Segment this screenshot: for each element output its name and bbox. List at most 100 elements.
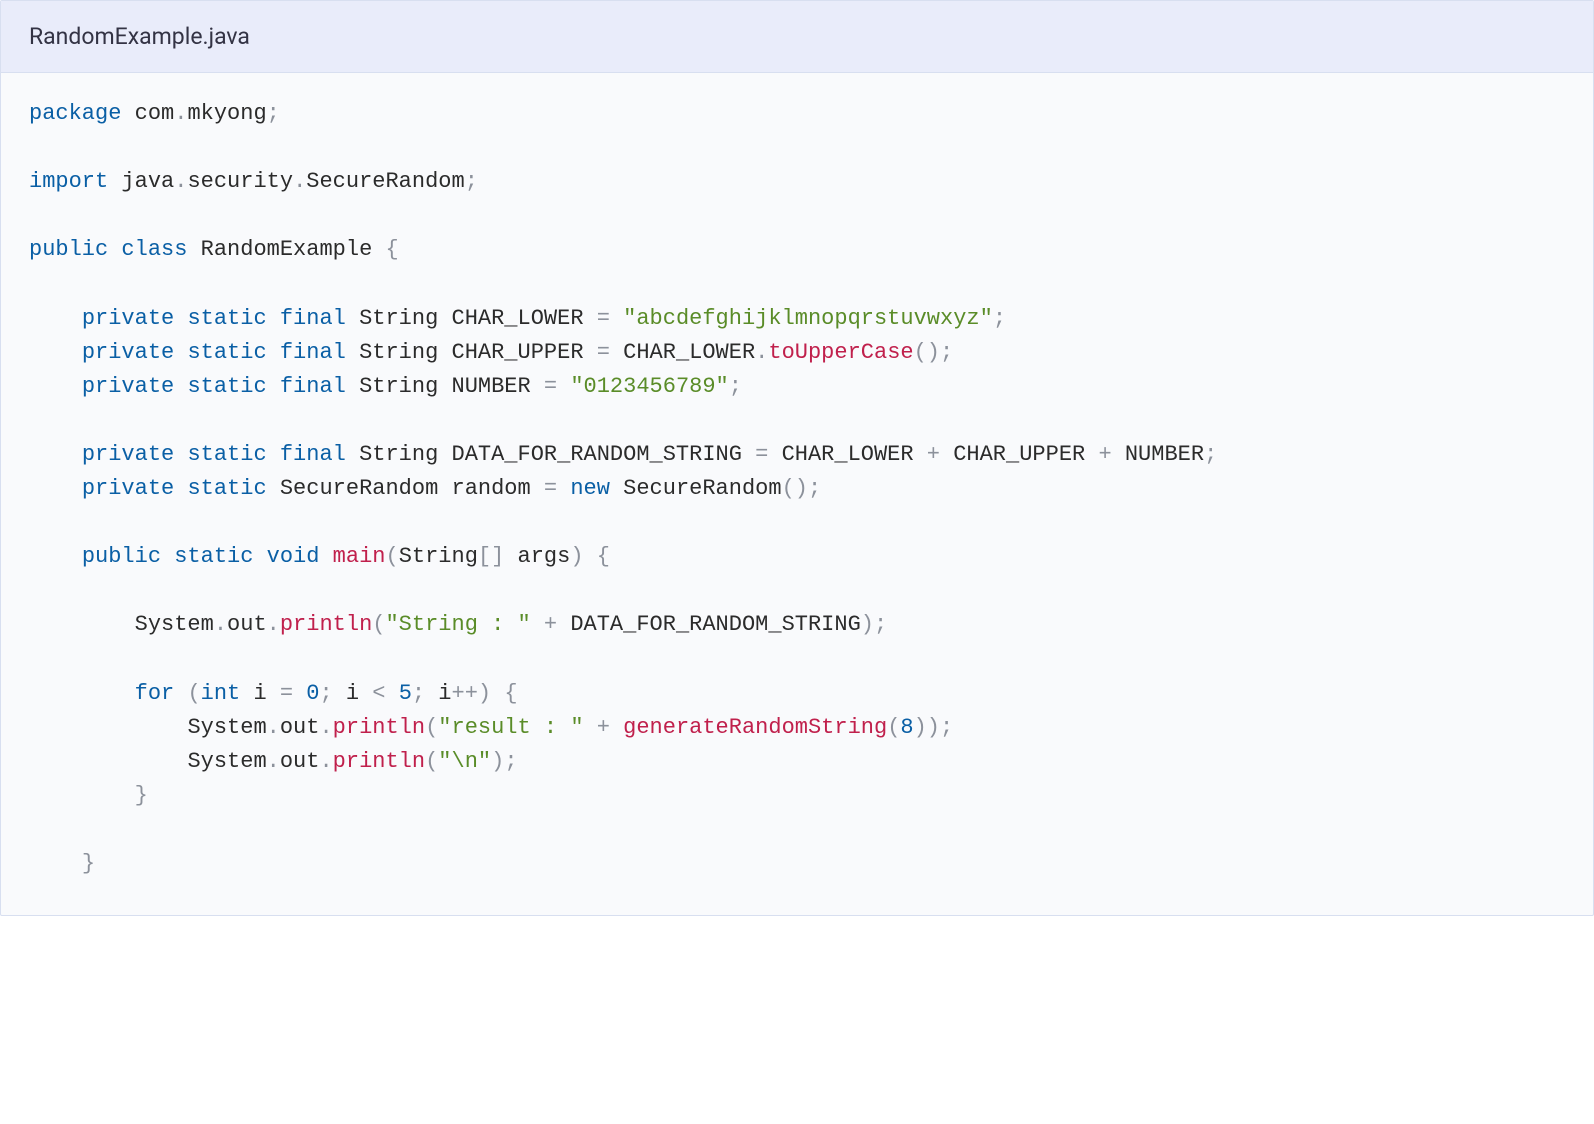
pkg-securerandom: SecureRandom [306, 169, 464, 194]
plus: + [597, 715, 610, 740]
ref-system: System [135, 612, 214, 637]
ref-out: out [280, 749, 320, 774]
var-i: i [346, 681, 359, 706]
indent [29, 374, 82, 399]
class-name: RandomExample [201, 237, 373, 262]
dot: . [174, 169, 187, 194]
dot: . [755, 340, 768, 365]
kw-final: final [280, 442, 346, 467]
inc: ++ [452, 681, 478, 706]
brace: { [385, 237, 398, 262]
lparen: ( [372, 612, 385, 637]
semi: ; [874, 612, 887, 637]
kw-static: static [187, 340, 266, 365]
eq: = [544, 374, 557, 399]
lit-5: 5 [399, 681, 412, 706]
ref-char-lower: CHAR_LOWER [782, 442, 914, 467]
const-char-upper: CHAR_UPPER [452, 340, 584, 365]
type-string: String [359, 442, 438, 467]
kw-static: static [174, 544, 253, 569]
brace: { [597, 544, 610, 569]
code-body: package com.mkyong; import java.security… [1, 73, 1593, 915]
indent [29, 612, 135, 637]
kw-class: class [121, 237, 187, 262]
str-alphabet-lower: "abcdefghijklmnopqrstuvwxyz" [623, 306, 993, 331]
semi: ; [412, 681, 425, 706]
dot: . [319, 715, 332, 740]
eq: = [280, 681, 293, 706]
kw-private: private [82, 476, 174, 501]
ref-system: System [187, 715, 266, 740]
kw-for: for [135, 681, 175, 706]
indent [29, 749, 187, 774]
var-i: i [438, 681, 451, 706]
call-println: println [280, 612, 372, 637]
semi: ; [808, 476, 821, 501]
lt: < [372, 681, 385, 706]
kw-static: static [187, 442, 266, 467]
lit-0: 0 [306, 681, 319, 706]
type-string: String [359, 340, 438, 365]
dot: . [267, 715, 280, 740]
pkg-security: security [187, 169, 293, 194]
semi: ; [267, 101, 280, 126]
lparen: ( [425, 749, 438, 774]
semi: ; [465, 169, 478, 194]
code-title: RandomExample.java [1, 1, 1593, 73]
plus: + [1098, 442, 1111, 467]
ref-char-upper: CHAR_UPPER [953, 442, 1085, 467]
parens: () [914, 340, 940, 365]
str-digits: "0123456789" [570, 374, 728, 399]
lparen: ( [887, 715, 900, 740]
kw-private: private [82, 306, 174, 331]
pkg-mkyong: mkyong [187, 101, 266, 126]
code-block: RandomExample.java package com.mkyong; i… [0, 0, 1594, 916]
rparen: ) [914, 715, 927, 740]
kw-private: private [82, 442, 174, 467]
type-string: String [359, 374, 438, 399]
indent [29, 715, 187, 740]
call-touppercase: toUpperCase [768, 340, 913, 365]
eq: = [597, 340, 610, 365]
semi: ; [940, 340, 953, 365]
call-println: println [333, 749, 425, 774]
var-i: i [253, 681, 266, 706]
rparen: ) [570, 544, 583, 569]
kw-package: package [29, 101, 121, 126]
field-random: random [452, 476, 531, 501]
method-main: main [333, 544, 386, 569]
call-println: println [333, 715, 425, 740]
kw-static: static [187, 374, 266, 399]
plus: + [927, 442, 940, 467]
brace-close: } [82, 851, 95, 876]
indent [29, 783, 135, 808]
dot: . [214, 612, 227, 637]
kw-public: public [29, 237, 108, 262]
ref-system: System [187, 749, 266, 774]
rparen: ) [927, 715, 940, 740]
str-string-label: "String : " [385, 612, 530, 637]
str-newline: "\n" [438, 749, 491, 774]
brackets: [] [478, 544, 504, 569]
semi: ; [729, 374, 742, 399]
semi: ; [1204, 442, 1217, 467]
kw-final: final [280, 340, 346, 365]
kw-import: import [29, 169, 108, 194]
rparen: ) [478, 681, 491, 706]
lit-8: 8 [900, 715, 913, 740]
ref-data-for-random-string: DATA_FOR_RANDOM_STRING [570, 612, 860, 637]
ref-char-lower: CHAR_LOWER [623, 340, 755, 365]
indent [29, 544, 82, 569]
indent [29, 442, 82, 467]
rparen: ) [491, 749, 504, 774]
dot: . [319, 749, 332, 774]
kw-private: private [82, 340, 174, 365]
pkg-java: java [121, 169, 174, 194]
pkg-com: com [135, 101, 175, 126]
indent [29, 476, 82, 501]
type-securerandom: SecureRandom [280, 476, 438, 501]
parens: () [782, 476, 808, 501]
dot: . [267, 612, 280, 637]
eq: = [755, 442, 768, 467]
ref-out: out [227, 612, 267, 637]
